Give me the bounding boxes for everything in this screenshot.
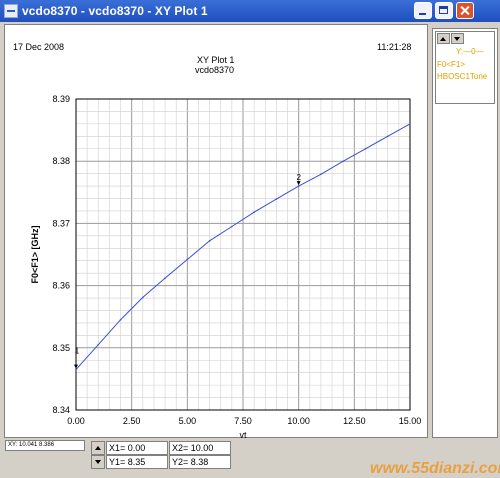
data-point [164,277,166,279]
marker-x1-value: X1= 0.00 [106,441,168,455]
marker-x2-value: X2= 10.00 [169,441,231,455]
plot-area[interactable]: 17 Dec 2008 11:21:28 XY Plot 1 vcdo8370 … [4,24,429,439]
close-button[interactable] [456,2,474,19]
down-arrow-icon [95,460,101,464]
window-title: vcdo8370 - vcdo8370 - XY Plot 1 [22,4,208,18]
x-tick-label: 15.00 [399,416,422,426]
data-point [320,173,322,176]
data-point [275,198,278,200]
up-arrow-icon [440,37,446,41]
data-point [119,319,122,321]
watermark-text: www.55dianzi.com [370,460,500,477]
data-point [142,296,144,299]
marker-spin-up-button[interactable] [91,441,105,455]
data-point [364,147,367,150]
down-arrow-icon [454,37,460,41]
y-tick-label: 8.35 [52,343,70,353]
data-point [97,343,100,346]
marker-spin-down-button[interactable] [91,455,105,469]
legend-panel: Y:—0— F0<F1> HBOSC1Tone [432,28,498,438]
data-point [342,160,345,162]
y-tick-label: 8.39 [52,94,70,104]
y-tick-label: 8.38 [52,156,70,166]
data-point [386,135,389,138]
app-icon[interactable] [4,4,18,18]
legend-axis-label: Y:—0— [456,47,484,56]
xy-cursor-readout: XY: 10.041 8.386 [5,440,85,451]
data-point [208,240,211,242]
data-point [409,123,411,125]
y-axis-label: F0<F1> [GHz] [30,225,40,283]
legend-scroll-down-button[interactable] [451,33,464,44]
x-tick-label: 12.50 [343,416,366,426]
legend-trace-name[interactable]: F0<F1> [437,60,465,69]
marker-readout-bar: XY: 10.041 8.386 X1= 0.00 Y1= 8.35 X2= 1… [0,438,500,477]
marker-y1-value: Y1= 8.35 [106,455,168,469]
marker-arrow-icon [296,181,301,186]
maximize-button[interactable] [435,2,453,19]
x-tick-label: 0.00 [67,416,85,426]
legend-trace-source: HBOSC1Tone [437,72,488,81]
up-arrow-icon [95,446,101,450]
legend-box: Y:—0— F0<F1> HBOSC1Tone [435,31,495,104]
y-tick-label: 8.36 [52,281,70,291]
y-tick-label: 8.37 [52,218,70,228]
data-point [297,185,300,187]
data-point [231,225,233,228]
marker-label: 1 [75,347,80,356]
x-tick-label: 5.00 [179,416,197,426]
title-bar: vcdo8370 - vcdo8370 - XY Plot 1 [0,0,500,22]
marker-label: 2 [296,173,301,182]
xy-plot-chart[interactable]: 0.00 2.50 5.00 7.50 10.00 12.50 15.00 8.34 8.35 8… [5,25,429,439]
minimize-button[interactable] [414,2,432,19]
legend-scroll-up-button[interactable] [437,33,450,44]
x-tick-label: 7.50 [234,416,252,426]
x-tick-label: 10.00 [287,416,310,426]
data-point [186,258,189,261]
y-tick-label: 8.34 [52,405,70,415]
data-point [75,368,77,371]
x-tick-label: 2.50 [123,416,141,426]
marker-y2-value: Y2= 8.38 [169,455,231,469]
data-point [253,211,255,214]
